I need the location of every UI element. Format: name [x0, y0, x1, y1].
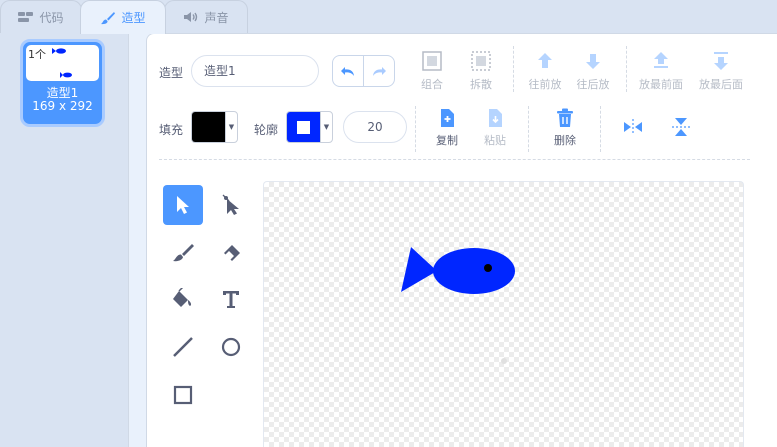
- back-button[interactable]: 放最后面: [697, 50, 745, 92]
- line-tool[interactable]: [163, 327, 203, 367]
- redo-button[interactable]: [363, 56, 394, 86]
- fish-sprite-icon: [401, 247, 515, 294]
- fill-color-picker[interactable]: ▼: [191, 111, 238, 143]
- square-icon: [173, 385, 193, 405]
- text-icon: [223, 291, 239, 308]
- toolbar-divider: [600, 106, 601, 152]
- costume-size: 169 x 292: [32, 99, 93, 113]
- rotation-center-marker: [501, 358, 507, 364]
- costume-name-label: 造型: [159, 66, 184, 80]
- brush-tool[interactable]: [163, 233, 203, 273]
- paste-button[interactable]: 粘贴: [471, 108, 519, 148]
- brush-icon: [100, 11, 116, 25]
- undo-redo-group: [332, 55, 395, 87]
- costume-name-input[interactable]: 造型1: [191, 55, 319, 87]
- trash-icon: [557, 108, 573, 127]
- fill-color-swatch: [192, 112, 225, 142]
- undo-button[interactable]: [333, 56, 363, 86]
- tab-code-label: 代码: [39, 10, 64, 25]
- redo-icon: [373, 67, 386, 76]
- paintbrush-icon: [173, 244, 194, 262]
- tab-sounds-label: 声音: [204, 10, 229, 25]
- reshape-icon: [222, 194, 239, 215]
- group-icon: [422, 51, 442, 71]
- ungroup-icon: [471, 51, 491, 71]
- flip-horizontal-button[interactable]: [609, 118, 657, 136]
- caret-down-icon: ▼: [320, 112, 332, 142]
- toolbar-divider: [528, 106, 529, 152]
- copy-button[interactable]: 复制: [423, 108, 471, 148]
- outline-color-picker[interactable]: ▼: [286, 111, 333, 143]
- eraser-icon: [224, 245, 240, 261]
- flip-horizontal-icon: [624, 119, 642, 135]
- fill-label: 填充: [159, 123, 184, 137]
- bring-to-front-icon: [654, 52, 668, 68]
- toolbar-bottom-divider: [159, 159, 750, 160]
- ellipse-tool[interactable]: [211, 327, 251, 367]
- arrow-pointer-icon: [177, 196, 189, 214]
- delete-button[interactable]: 删除: [541, 108, 589, 148]
- editor-tabs: 代码 造型 声音: [0, 0, 777, 34]
- outline-label: 轮廓: [254, 123, 279, 137]
- toolbar-divider: [415, 106, 416, 152]
- speaker-icon: [183, 11, 199, 23]
- forward-button[interactable]: 往前放: [521, 50, 569, 92]
- outline-color-swatch: [287, 112, 320, 142]
- costume-badge: 1个: [28, 48, 46, 61]
- code-icon: [18, 11, 34, 23]
- paint-editor: 造型 造型1 组合 拆散 往前放 往后放 放最前面 放最后面 填充 ▼ 轮廓 ▼…: [146, 33, 777, 447]
- toolbar-divider: [626, 46, 627, 92]
- undo-icon: [341, 67, 354, 76]
- paint-bucket-icon: [173, 288, 192, 307]
- arrow-up-icon: [538, 53, 552, 68]
- select-tool[interactable]: [163, 185, 203, 225]
- tab-sounds[interactable]: 声音: [164, 0, 248, 33]
- text-tool[interactable]: [211, 279, 251, 319]
- costume-item[interactable]: 1个 造型1 169 x 292: [20, 39, 105, 127]
- send-to-back-icon: [714, 52, 728, 70]
- fill-tool[interactable]: [163, 279, 203, 319]
- line-icon: [173, 337, 193, 357]
- flip-vertical-icon: [672, 118, 690, 136]
- tab-code[interactable]: 代码: [0, 0, 82, 33]
- paste-icon: [489, 109, 502, 127]
- group-button[interactable]: 组合: [408, 50, 456, 92]
- arrow-down-icon: [586, 54, 600, 69]
- copy-icon: [441, 109, 454, 127]
- reshape-tool[interactable]: [211, 185, 251, 225]
- tab-costumes-label: 造型: [121, 11, 146, 25]
- caret-down-icon: ▼: [225, 112, 237, 142]
- eraser-tool[interactable]: [211, 233, 251, 273]
- circle-icon: [221, 337, 241, 357]
- costume-list: 1个 造型1 169 x 292: [0, 33, 129, 447]
- toolbar-divider: [513, 46, 514, 92]
- backward-button[interactable]: 往后放: [569, 50, 617, 92]
- paint-canvas[interactable]: [263, 181, 744, 447]
- ungroup-button[interactable]: 拆散: [457, 50, 505, 92]
- stroke-width-input[interactable]: 20: [343, 111, 407, 143]
- front-button[interactable]: 放最前面: [637, 50, 685, 92]
- fish-thumb-bottom-icon: [60, 72, 72, 78]
- fish-thumb-top-icon: [52, 48, 66, 54]
- costume-thumbnail: 1个: [26, 45, 99, 81]
- flip-vertical-button[interactable]: [657, 116, 705, 138]
- tab-costumes[interactable]: 造型: [80, 0, 166, 34]
- rectangle-tool[interactable]: [163, 375, 203, 415]
